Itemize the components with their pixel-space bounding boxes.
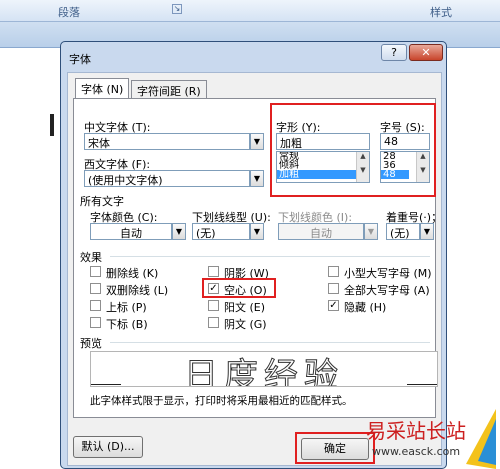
ribbon-group-paragraph: 段落: [58, 6, 80, 19]
dialog-title: 字体: [69, 53, 91, 66]
hidden-label: 隐藏 (H): [344, 301, 387, 314]
tab-font[interactable]: 字体 (N): [75, 78, 130, 98]
document-page: [0, 48, 60, 469]
tab-character-spacing[interactable]: 字符间距 (R): [131, 80, 207, 98]
default-button[interactable]: 默认 (D)...: [73, 436, 143, 458]
tab-panel-font: 中文字体 (T): 宋体 ▼ 西文字体 (F): (使用中文字体) ▼ 字形 (…: [73, 98, 442, 418]
underline-color-field: 自动: [278, 223, 364, 240]
western-font-dropdown-icon[interactable]: ▼: [250, 170, 264, 187]
strikethrough-checkbox[interactable]: [90, 266, 101, 277]
strikethrough-label: 删除线 (K): [106, 267, 159, 280]
preview-note: 此字体样式限于显示，打印时将采用最相近的匹配样式。: [90, 395, 353, 407]
all-text-heading: 所有文字: [80, 195, 124, 208]
help-button[interactable]: ?: [381, 44, 407, 61]
shadow-checkbox[interactable]: [208, 266, 219, 277]
chinese-font-field[interactable]: 宋体: [84, 133, 250, 150]
superscript-label: 上标 (P): [106, 301, 147, 314]
font-color-dropdown-icon[interactable]: ▼: [172, 223, 186, 240]
preview-divider: [110, 342, 430, 343]
watermark-url: www.easck.com: [372, 445, 461, 458]
effects-divider: [110, 256, 430, 257]
preview-heading: 预览: [80, 337, 102, 350]
effects-heading: 效果: [80, 251, 102, 264]
ribbon-group-labels: 段落 ↘ 样式: [0, 0, 500, 22]
emphasis-dropdown-icon[interactable]: ▼: [420, 223, 434, 240]
underline-type-dropdown-icon[interactable]: ▼: [250, 223, 264, 240]
watermark-arrow-icon: [466, 409, 496, 469]
chinese-font-dropdown-icon[interactable]: ▼: [250, 133, 264, 150]
site-watermark: 易采站长站 www.easck.com: [366, 409, 496, 469]
subscript-label: 下标 (B): [106, 318, 148, 331]
emboss-checkbox[interactable]: [208, 300, 219, 311]
close-button[interactable]: ✕: [409, 44, 443, 61]
underline-color-dropdown-icon: ▼: [364, 223, 378, 240]
double-strikethrough-checkbox[interactable]: [90, 283, 101, 294]
font-color-field[interactable]: 自动: [90, 223, 172, 240]
dialog-launcher-icon[interactable]: ↘: [172, 4, 182, 14]
font-dialog: 字体 ? ✕ 字体 (N) 字符间距 (R) 中文字体 (T): 宋体 ▼ 西文…: [60, 41, 447, 469]
all-caps-label: 全部大写字母 (A): [344, 284, 430, 297]
emphasis-field[interactable]: (无): [386, 223, 420, 240]
small-caps-checkbox[interactable]: [328, 266, 339, 277]
subscript-checkbox[interactable]: [90, 317, 101, 328]
highlight-style-size: [270, 103, 436, 197]
engrave-label: 阴文 (G): [224, 318, 267, 331]
ribbon-group-styles: 样式: [430, 6, 452, 19]
emboss-label: 阳文 (E): [224, 301, 266, 314]
highlight-ok: [295, 432, 375, 464]
underline-type-field[interactable]: (无): [192, 223, 250, 240]
double-strikethrough-label: 双删除线 (L): [106, 284, 169, 297]
preview-sample-text: 日度经验: [184, 356, 344, 387]
all-caps-checkbox[interactable]: [328, 283, 339, 294]
highlight-outline: [202, 278, 276, 298]
superscript-checkbox[interactable]: [90, 300, 101, 311]
hidden-checkbox-checked[interactable]: ✓: [328, 300, 339, 311]
western-font-field[interactable]: (使用中文字体): [84, 170, 250, 187]
text-cursor: [50, 114, 54, 136]
preview-box: 日度经验: [90, 351, 438, 387]
engrave-checkbox[interactable]: [208, 317, 219, 328]
small-caps-label: 小型大写字母 (M): [344, 267, 432, 280]
watermark-text: 易采站长站: [366, 419, 466, 443]
